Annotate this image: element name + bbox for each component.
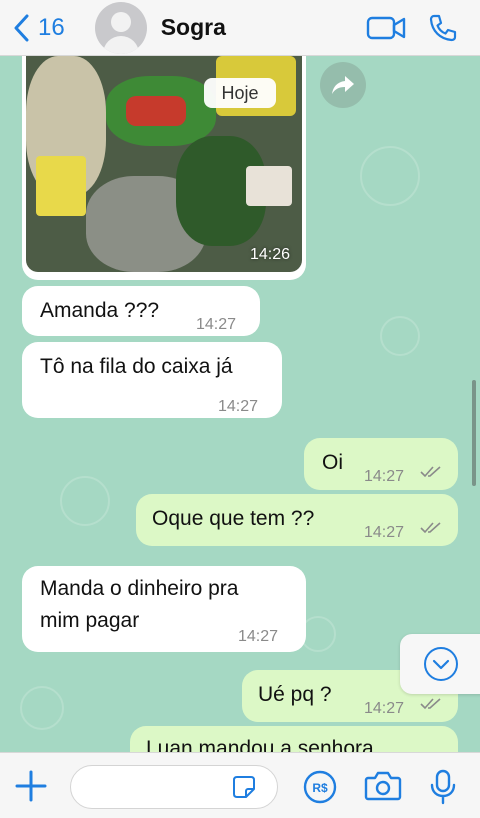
message-text-line2: mim pagar <box>40 609 140 632</box>
sticker-icon <box>233 776 255 798</box>
attach-button[interactable] <box>14 769 48 808</box>
scroll-to-bottom-button[interactable] <box>400 634 480 694</box>
read-ticks-icon <box>420 522 441 534</box>
wallpaper-doodle <box>360 146 420 206</box>
incoming-message[interactable]: Manda o dinheiro pra mim pagar 14:27 <box>22 566 306 652</box>
video-call-button[interactable] <box>366 15 406 41</box>
back-button[interactable]: 16 <box>12 14 65 42</box>
message-text: Amanda ??? <box>40 299 160 322</box>
read-ticks-icon <box>420 466 441 478</box>
svg-text:R$: R$ <box>312 781 328 795</box>
unread-count: 16 <box>38 13 65 41</box>
message-text: Manda o dinheiro pra <box>40 577 239 600</box>
message-time: 14:26 <box>249 246 290 263</box>
incoming-message[interactable]: Amanda ??? 14:27 <box>22 286 260 336</box>
plus-icon <box>15 770 47 802</box>
message-text: Oque que tem ?? <box>152 507 315 530</box>
outgoing-message[interactable]: Oi 14:27 <box>304 438 458 490</box>
photo-region <box>126 96 186 126</box>
avatar-body <box>102 35 139 54</box>
avatar-head <box>110 11 131 32</box>
contact-name[interactable]: Sogra <box>161 14 366 41</box>
date-separator: Hoje <box>204 78 276 108</box>
message-time: 14:27 <box>238 628 279 645</box>
wallpaper-doodle <box>380 316 420 356</box>
read-ticks-icon <box>420 698 441 710</box>
voice-call-button[interactable] <box>428 13 458 43</box>
camera-button[interactable] <box>364 769 402 808</box>
chat-header: 16 Sogra <box>0 0 480 56</box>
camera-icon <box>364 771 402 801</box>
message-time: 14:27 <box>364 468 405 485</box>
avatar[interactable] <box>94 1 147 54</box>
message-text: Tô na fila do caixa já <box>40 355 233 378</box>
photo-region <box>36 156 86 216</box>
chevron-left-icon <box>14 14 29 41</box>
phone-icon <box>429 14 457 41</box>
payment-icon: R$ <box>303 770 337 804</box>
microphone-icon <box>430 769 456 805</box>
forward-icon <box>332 76 354 94</box>
voice-message-button[interactable] <box>428 769 458 810</box>
message-text: Oi <box>322 451 343 474</box>
message-composer: R$ <box>0 752 480 818</box>
message-time: 14:27 <box>218 398 259 415</box>
scrollbar[interactable] <box>472 380 476 486</box>
wallpaper-doodle <box>20 686 64 730</box>
outgoing-message[interactable]: Oque que tem ?? 14:27 <box>136 494 458 546</box>
payment-button[interactable]: R$ <box>302 769 338 810</box>
chevron-down-icon <box>424 647 458 681</box>
message-time: 14:27 <box>364 524 405 541</box>
video-icon <box>366 16 406 39</box>
message-time: 14:27 <box>364 700 405 717</box>
message-time: 14:27 <box>196 316 237 333</box>
forward-button[interactable] <box>320 62 366 108</box>
sticker-button[interactable] <box>232 775 256 804</box>
message-text: Ué pq ? <box>258 683 332 706</box>
incoming-message[interactable]: Tô na fila do caixa já 14:27 <box>22 342 282 418</box>
photo-region <box>246 166 292 206</box>
wallpaper-doodle <box>60 476 110 526</box>
